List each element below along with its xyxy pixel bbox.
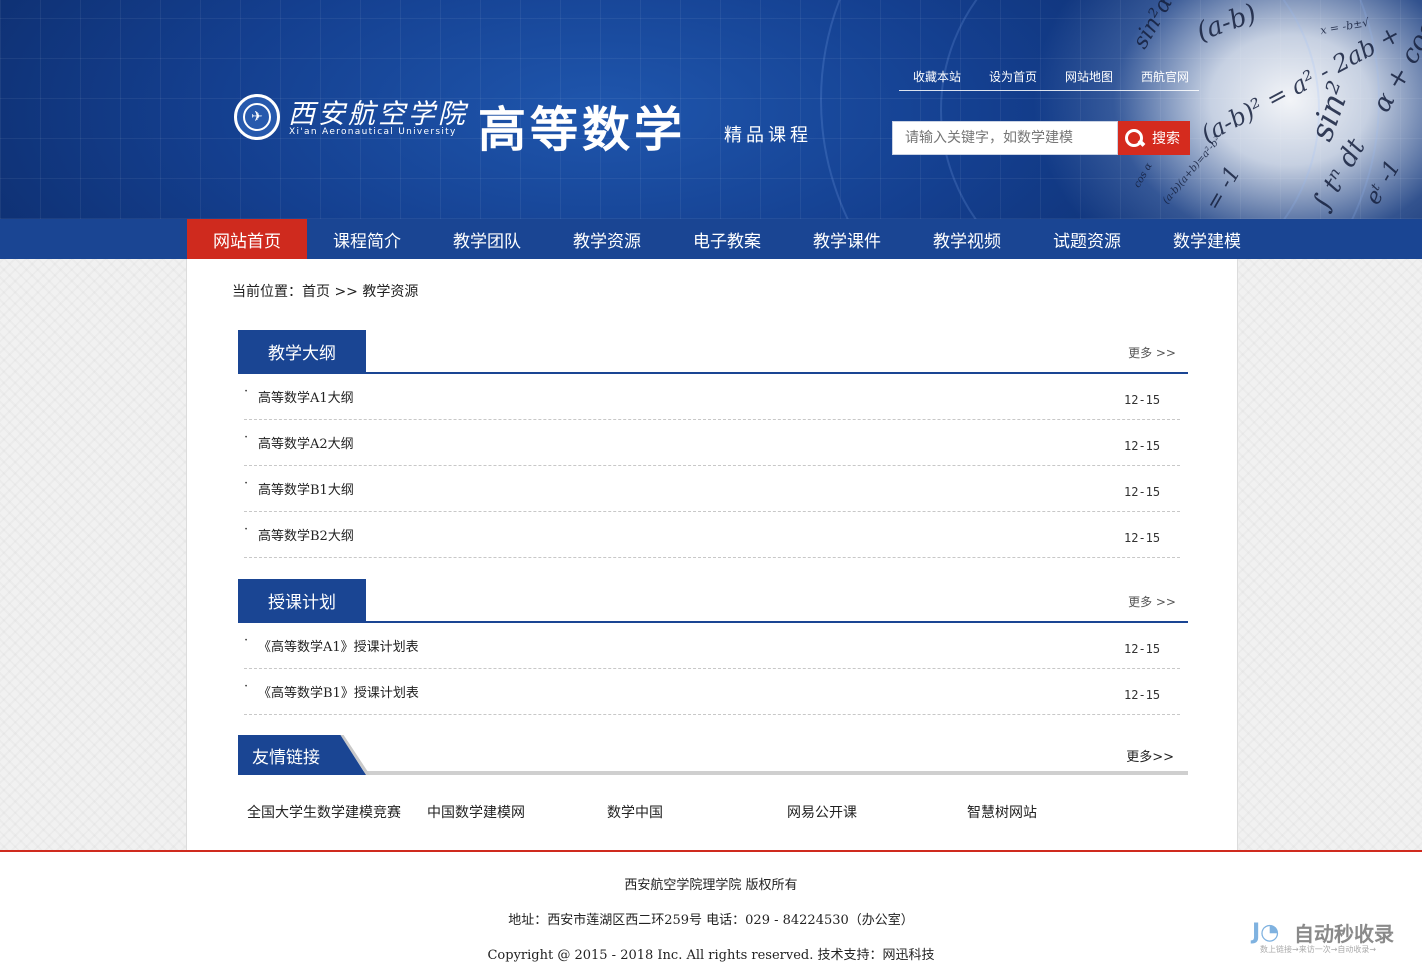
site-footer: 西安航空学院理学院 版权所有 地址：西安市莲湖区西二环259号 电话：029 -…	[0, 850, 1422, 980]
list-item-date: 12-15	[1124, 485, 1161, 499]
list-item-date: 12-15	[1124, 439, 1161, 453]
university-name-cn: 西安航空学院	[288, 99, 468, 130]
list-item[interactable]: · 高等数学A2大纲 12-15	[244, 420, 1180, 466]
bullet-icon: ·	[244, 633, 249, 648]
search-button-label: 搜索	[1152, 131, 1180, 147]
sitemap-link[interactable]: 网站地图	[1065, 68, 1113, 85]
footer-copyright: Copyright @ 2015 - 2018 Inc. All rights …	[487, 948, 935, 963]
list-item[interactable]: · 高等数学B2大纲 12-15	[244, 512, 1180, 558]
nav-item-resources[interactable]: 教学资源	[547, 219, 667, 259]
list-item-title[interactable]: 高等数学B2大纲	[258, 525, 354, 544]
nav-item-exams[interactable]: 试题资源	[1027, 219, 1147, 259]
bookmark-link[interactable]: 收藏本站	[913, 68, 961, 85]
top-links-bar: 收藏本站 设为首页 网站地图 西航官网	[899, 68, 1199, 91]
more-link[interactable]: 更多 >>	[1128, 593, 1176, 610]
bullet-icon: ·	[244, 679, 249, 694]
more-link[interactable]: 更多>>	[1126, 746, 1174, 765]
set-homepage-link[interactable]: 设为首页	[989, 68, 1037, 85]
friend-link[interactable]: 中国数学建模网	[427, 802, 525, 822]
bullet-icon: ·	[244, 384, 249, 399]
section-title: 授课计划	[238, 579, 366, 621]
list-item[interactable]: · 高等数学A1大纲 12-15	[244, 374, 1180, 420]
bullet-icon: ·	[244, 522, 249, 537]
section-header-teaching-plan: 授课计划 更多 >>	[238, 579, 1188, 623]
breadcrumb: 当前位置：首页 >> 教学资源	[232, 284, 419, 300]
nav-item-home[interactable]: 网站首页	[187, 219, 307, 259]
logo-emblem-inner: ✈	[243, 103, 271, 131]
bullet-icon: ·	[244, 430, 249, 445]
nav-item-team[interactable]: 教学团队	[427, 219, 547, 259]
list-item-title[interactable]: 《高等数学B1》授课计划表	[258, 682, 419, 701]
nav-item-e-lessons[interactable]: 电子教案	[667, 219, 787, 259]
list-item-date: 12-15	[1124, 531, 1161, 545]
list-item-title[interactable]: 高等数学A1大纲	[258, 387, 354, 406]
watermark-text: 自动秒收录	[1294, 922, 1394, 946]
site-title: 高等数学	[478, 102, 687, 158]
search-button[interactable]: 搜索	[1118, 121, 1190, 155]
list-item[interactable]: · 《高等数学A1》授课计划表 12-15	[244, 623, 1180, 669]
section-title: 教学大纲	[238, 330, 366, 372]
list-item-date: 12-15	[1124, 393, 1161, 407]
more-link[interactable]: 更多 >>	[1128, 344, 1176, 361]
friend-link[interactable]: 数学中国	[607, 802, 663, 822]
friend-links-bar	[238, 771, 1188, 775]
site-subtitle: 精品课程	[724, 125, 812, 146]
nav-item-courseware[interactable]: 教学课件	[787, 219, 907, 259]
list-item-title[interactable]: 《高等数学A1》授课计划表	[258, 636, 419, 655]
list-item-date: 12-15	[1124, 688, 1161, 702]
nav-item-modeling[interactable]: 数学建模	[1147, 219, 1267, 259]
nav-item-course-intro[interactable]: 课程简介	[307, 219, 427, 259]
footer-copyright-owner: 西安航空学院理学院 版权所有	[624, 878, 798, 893]
watermark: J◔ 自动秒收录 数上链接→来访一次→自动收录→	[1252, 918, 1412, 958]
watermark-logo-icon: J◔	[1252, 920, 1280, 945]
main-content: 当前位置：首页 >> 教学资源 教学大纲 更多 >> · 高等数学A1大纲 12…	[186, 259, 1238, 850]
main-nav: 网站首页 课程简介 教学团队 教学资源 电子教案 教学课件 教学视频 试题资源 …	[0, 219, 1422, 259]
section-header-syllabus: 教学大纲 更多 >>	[238, 330, 1188, 374]
watermark-subtext: 数上链接→来访一次→自动收录→	[1260, 945, 1377, 954]
university-logo-icon[interactable]: ✈	[234, 94, 280, 140]
university-name-en: Xi'an Aeronautical University	[289, 127, 457, 137]
list-item-title[interactable]: 高等数学B1大纲	[258, 479, 354, 498]
friend-link[interactable]: 网易公开课	[787, 802, 857, 822]
footer-address: 地址：西安市莲湖区西二环259号 电话：029 - 84224530（办公室）	[508, 913, 914, 928]
site-header: sin²α (a-b) (a-b)² = a² - 2ab + sin² α +…	[0, 0, 1422, 219]
nav-item-videos[interactable]: 教学视频	[907, 219, 1027, 259]
list-item[interactable]: · 《高等数学B1》授课计划表 12-15	[244, 669, 1180, 715]
list-item-title[interactable]: 高等数学A2大纲	[258, 433, 354, 452]
search-input[interactable]	[892, 121, 1118, 155]
bullet-icon: ·	[244, 476, 249, 491]
search-icon	[1124, 128, 1144, 148]
friend-link[interactable]: 全国大学生数学建模竞赛	[247, 802, 401, 822]
friend-links-header: 友情链接 更多>>	[238, 735, 1188, 775]
list-item-date: 12-15	[1124, 642, 1161, 656]
official-site-link[interactable]: 西航官网	[1141, 68, 1189, 85]
list-item[interactable]: · 高等数学B1大纲 12-15	[244, 466, 1180, 512]
friend-link[interactable]: 智慧树网站	[967, 802, 1037, 822]
